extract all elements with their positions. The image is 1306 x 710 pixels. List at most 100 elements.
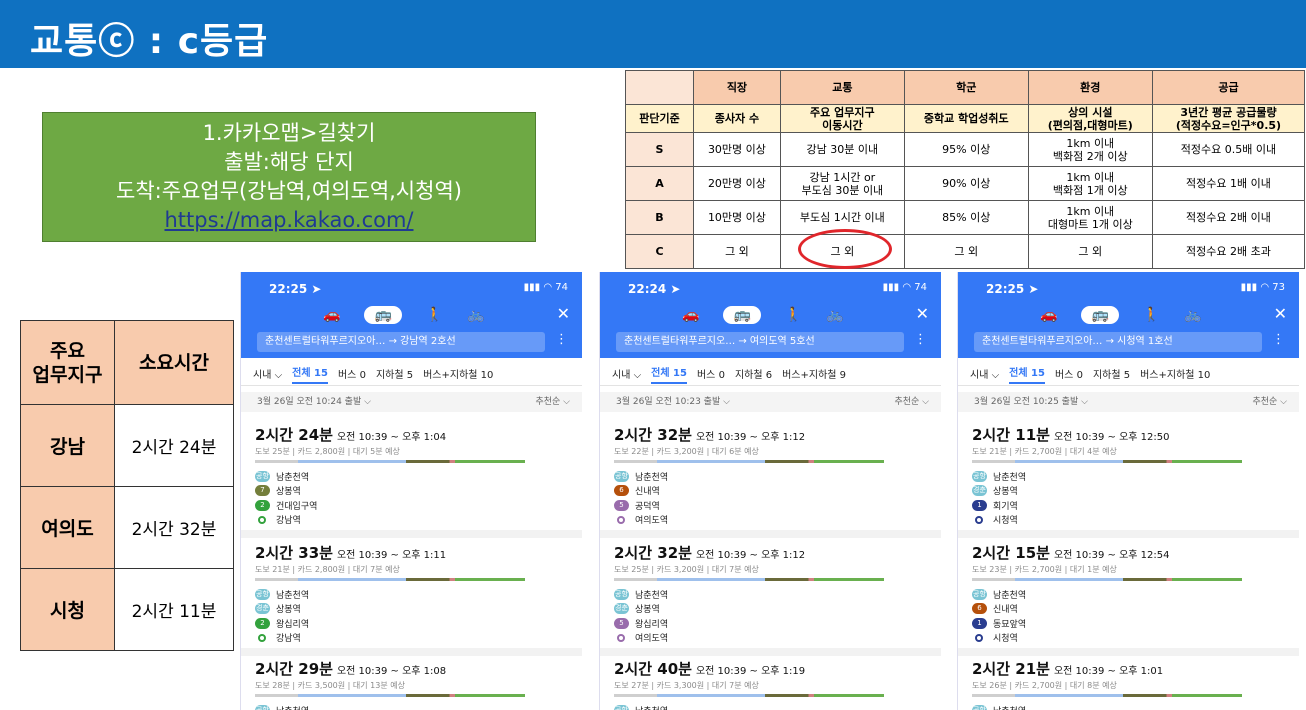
filter-tab[interactable]: 전체 15: [292, 364, 328, 384]
stop-name: 시청역: [993, 634, 1018, 645]
page-title: 교통ⓒ : c등급: [30, 21, 269, 62]
commute-summary-table: 주요 업무지구 소요시간 강남 2시간 24분 여의도 2시간 32분 시청 2…: [20, 320, 234, 651]
filter-tab[interactable]: 시내 ⌵: [970, 366, 999, 381]
car-icon[interactable]: 🚗: [323, 307, 340, 323]
sort-dropdown[interactable]: 추천순 ⌵: [535, 392, 570, 412]
close-icon[interactable]: ✕: [557, 304, 570, 323]
filter-tab[interactable]: 전체 15: [1009, 364, 1045, 384]
bike-icon[interactable]: 🚲: [1184, 307, 1201, 323]
filter-tab[interactable]: 버스 0: [338, 366, 366, 381]
line-badge: 공항: [614, 588, 629, 600]
stop-item: 7 상봉역: [255, 484, 571, 499]
bike-icon[interactable]: 🚲: [826, 307, 843, 323]
filter-tab[interactable]: 지하철 6: [735, 366, 772, 381]
route-card[interactable]: 2시간 33분 오전 10:39 ~ 오후 1:11 도보 21분 | 카드 2,8…: [255, 542, 571, 645]
route-card[interactable]: 2시간 32분 오전 10:39 ~ 오후 1:12 도보 25분 | 카드 3,2…: [614, 542, 930, 645]
bus-icon[interactable]: 🚌: [1081, 306, 1119, 324]
summary-header-key: 주요 업무지구: [20, 320, 115, 405]
filter-tab[interactable]: 버스+지하철 10: [423, 366, 493, 381]
title-bar: 교통ⓒ : c등급: [0, 0, 1306, 68]
route-header: 22:25 ➤ ▮▮▮ ◠ 74 🚗 🚌 🚶 🚲 ✕ 춘천센트럴타워푸르지오아… → 강남역 …: [241, 272, 582, 358]
route-time-range: 오전 10:39 ~ 오후 12:54: [1053, 550, 1170, 561]
filter-tab[interactable]: 버스+지하철 10: [1140, 366, 1210, 381]
grade-label: S: [625, 132, 694, 167]
filter-tab[interactable]: 전체 15: [651, 364, 687, 384]
stop-name: 시청역: [993, 516, 1018, 527]
bus-icon[interactable]: 🚌: [364, 306, 402, 324]
filter-tab[interactable]: 버스+지하철 9: [782, 366, 846, 381]
filter-tab[interactable]: 지하철 5: [1093, 366, 1130, 381]
route-field[interactable]: 춘천센트럴타워푸르지오… → 여의도역 5호선: [616, 332, 904, 352]
route-card[interactable]: 2시간 21분 오전 10:39 ~ 오후 1:01 도보 26분 | 카드 2,7…: [972, 658, 1288, 710]
route-progress-bar: [972, 578, 1242, 581]
status-time: 22:25 ➤: [986, 282, 1039, 296]
stop-item: 2 왕십리역: [255, 616, 571, 631]
stop-name: 왕십리역: [635, 619, 669, 630]
route-time-range: 오전 10:39 ~ 오후 1:01: [1053, 666, 1164, 677]
car-icon[interactable]: 🚗: [1040, 307, 1057, 323]
kakao-map-link[interactable]: https://map.kakao.com/: [164, 208, 413, 232]
route-info: 도보 21분 | 카드 2,700원 | 대기 4분 예상: [972, 447, 1117, 456]
stop-name: 남춘천역: [276, 472, 310, 483]
grade-label: B: [625, 200, 694, 235]
route-screenshot: 22:24 ➤ ▮▮▮ ◠ 74 🚗 🚌 🚶 🚲 ✕ 춘천센트럴타워푸르지오… → 여의도역 …: [599, 272, 941, 710]
filter-tab[interactable]: 시내 ⌵: [253, 366, 282, 381]
stop-item: 1 회기역: [972, 498, 1288, 513]
stop-name: 상봉역: [993, 487, 1018, 498]
route-info: 도보 22분 | 카드 3,200원 | 대기 6분 예상: [614, 447, 759, 456]
departure-time[interactable]: 3월 26일 오전 10:23 출발 ⌵ 추천순 ⌵: [600, 392, 941, 412]
route-field[interactable]: 춘천센트럴타워푸르지오아… → 강남역 2호선: [257, 332, 545, 352]
stop-item: 공항 남춘천역: [972, 587, 1288, 602]
route-card[interactable]: 2시간 32분 오전 10:39 ~ 오후 1:12 도보 22분 | 카드 3,2…: [614, 424, 930, 527]
departure-label: 3월 26일 오전 10:25 출발 ⌵: [974, 397, 1088, 407]
route-card[interactable]: 2시간 24분 오전 10:39 ~ 오후 1:04 도보 25분 | 카드 2,8…: [255, 424, 571, 527]
departure-label: 3월 26일 오전 10:23 출발 ⌵: [616, 397, 730, 407]
summary-key: 여의도: [20, 486, 115, 569]
stop-item: 공항 남춘천역: [614, 469, 930, 484]
filter-tab[interactable]: 지하철 5: [376, 366, 413, 381]
status-indicators: ▮▮▮ ◠ 74: [523, 282, 568, 293]
route-field[interactable]: 춘천센트럴타워푸르지오아… → 시청역 1호선: [974, 332, 1262, 352]
route-card[interactable]: 2시간 40분 오전 10:39 ~ 오후 1:19 도보 27분 | 카드 3,3…: [614, 658, 930, 710]
bus-icon[interactable]: 🚌: [723, 306, 761, 324]
stop-item: 여의도역: [614, 631, 930, 646]
card-divider: [958, 648, 1299, 656]
criteria-sub: 상의 시설 (편의점,대형마트): [1027, 104, 1153, 133]
criteria-header: 환경: [1027, 70, 1153, 105]
route-card[interactable]: 2시간 15분 오전 10:39 ~ 오후 12:54 도보 23분 | 카드 2,…: [972, 542, 1288, 645]
stop-item: 강남역: [255, 631, 571, 646]
walk-icon[interactable]: 🚶: [426, 307, 443, 323]
route-time-range: 오전 10:39 ~ 오후 1:19: [695, 666, 806, 677]
instruction-line-3: 도착:주요업무(강남역,여의도역,시청역): [116, 179, 462, 203]
sort-dropdown[interactable]: 추천순 ⌵: [894, 392, 929, 412]
walk-icon[interactable]: 🚶: [1143, 307, 1160, 323]
bike-icon[interactable]: 🚲: [467, 307, 484, 323]
route-card[interactable]: 2시간 29분 오전 10:39 ~ 오후 1:08 도보 28분 | 카드 3,5…: [255, 658, 571, 710]
summary-header-val: 소요시간: [114, 320, 234, 405]
route-card[interactable]: 2시간 11분 오전 10:39 ~ 오후 12:50 도보 21분 | 카드 2,…: [972, 424, 1288, 527]
filter-tab[interactable]: 버스 0: [697, 366, 725, 381]
line-badge: [617, 515, 625, 524]
more-icon[interactable]: ⋮: [555, 332, 568, 347]
filter-tab[interactable]: 버스 0: [1055, 366, 1083, 381]
stop-item: 공항 남춘천역: [972, 469, 1288, 484]
criteria-cell: 95% 이상: [903, 132, 1029, 167]
filter-tab[interactable]: 시내 ⌵: [612, 366, 641, 381]
line-badge: 공항: [972, 588, 987, 600]
close-icon[interactable]: ✕: [1274, 304, 1287, 323]
line-badge: 공항: [972, 470, 987, 482]
criteria-cell: 1km 이내 대형마트 1개 이상: [1027, 200, 1153, 235]
line-badge: 공항: [255, 588, 270, 600]
car-icon[interactable]: 🚗: [682, 307, 699, 323]
sort-dropdown[interactable]: 추천순 ⌵: [1252, 392, 1287, 412]
more-icon[interactable]: ⋮: [1272, 332, 1285, 347]
stop-name: 동묘앞역: [993, 619, 1027, 630]
close-icon[interactable]: ✕: [916, 304, 929, 323]
route-time-range: 오전 10:39 ~ 오후 1:08: [336, 666, 447, 677]
line-badge: [617, 633, 625, 642]
route-progress-bar: [972, 460, 1242, 463]
departure-time[interactable]: 3월 26일 오전 10:25 출발 ⌵ 추천순 ⌵: [958, 392, 1299, 412]
more-icon[interactable]: ⋮: [914, 332, 927, 347]
departure-time[interactable]: 3월 26일 오전 10:24 출발 ⌵ 추천순 ⌵: [241, 392, 582, 412]
walk-icon[interactable]: 🚶: [785, 307, 802, 323]
